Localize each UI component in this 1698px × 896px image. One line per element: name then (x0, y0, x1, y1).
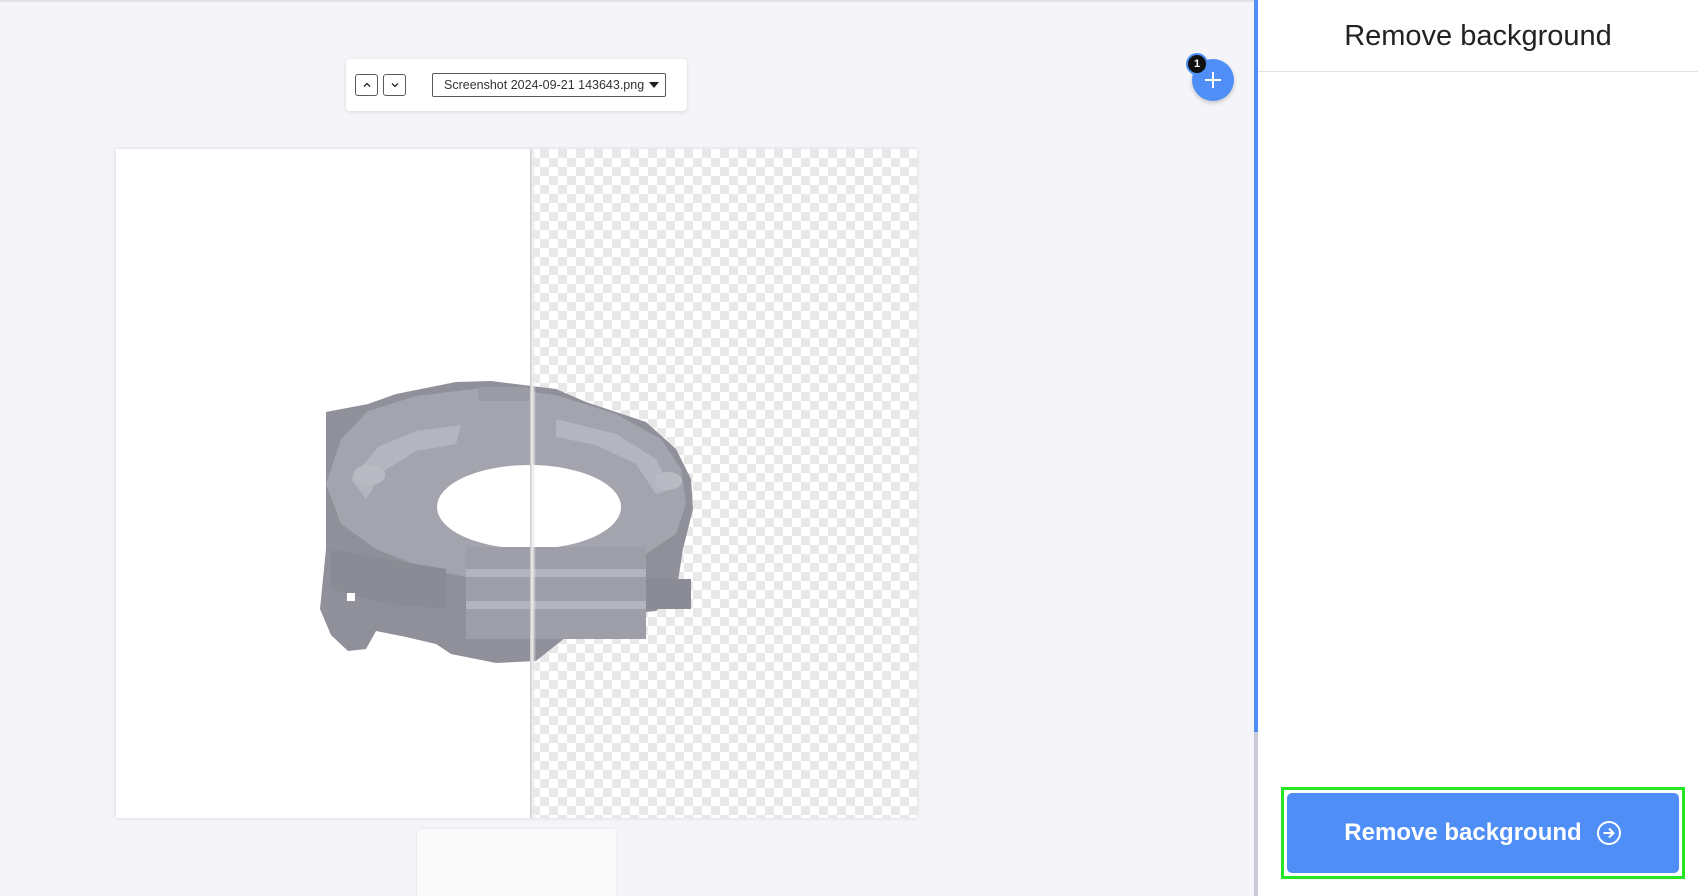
remove-background-button[interactable]: Remove background (1287, 793, 1679, 873)
subject-image (320, 381, 693, 663)
side-panel: Remove background Remove background (1254, 0, 1698, 896)
file-select[interactable]: Screenshot 2024-09-21 143643.png (432, 73, 666, 97)
chevron-up-icon (363, 82, 370, 87)
comparison-slider-handle[interactable] (530, 149, 536, 818)
comparison-canvas[interactable] (116, 149, 917, 818)
thumbnail-strip (417, 829, 616, 896)
file-select-value: Screenshot 2024-09-21 143643.png (444, 78, 645, 92)
editor-area: Screenshot 2024-09-21 143643.png 1 (0, 0, 1254, 896)
previous-image-button[interactable] (355, 74, 378, 96)
chevron-down-icon (391, 83, 398, 88)
plus-icon (1205, 72, 1221, 88)
caret-down-icon (649, 82, 659, 88)
next-image-button[interactable] (383, 74, 406, 96)
panel-scrollbar[interactable] (1254, 732, 1258, 896)
remove-background-button-label: Remove background (1344, 819, 1582, 846)
panel-title: Remove background (1258, 0, 1698, 72)
image-count-badge: 1 (1186, 53, 1208, 75)
arrow-right-circle-icon (1596, 820, 1622, 846)
image-toolbar: Screenshot 2024-09-21 143643.png (346, 59, 687, 111)
